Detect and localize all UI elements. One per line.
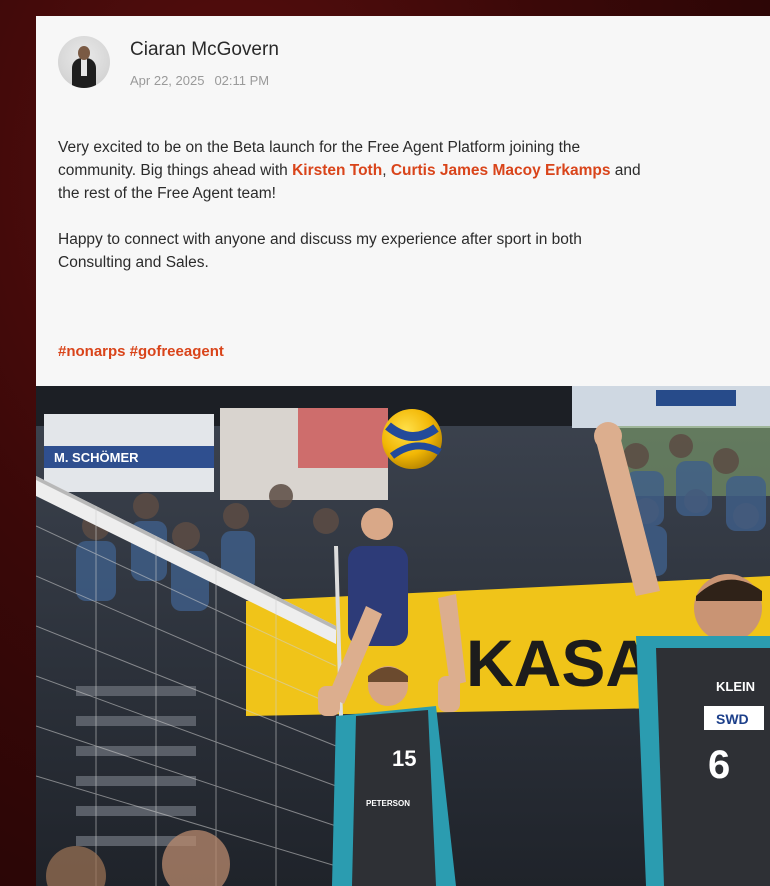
- avatar[interactable]: [58, 36, 110, 88]
- jersey-name-right: KLEIN: [716, 679, 755, 694]
- post-photo[interactable]: M. SCHÖMER KASA 15 PETERSON KLEIN SWD 6: [36, 386, 770, 886]
- post-text: and: [610, 162, 641, 179]
- jersey-number-right: 6: [708, 743, 730, 787]
- avatar-shirt: [81, 58, 87, 76]
- banner-text: M. SCHÖMER: [54, 450, 139, 465]
- post-body: Very excited to be on the Beta launch fo…: [58, 136, 770, 297]
- post-paragraph-2: Happy to connect with anyone and discuss…: [58, 228, 770, 274]
- post-line: Happy to connect with anyone and discuss…: [58, 231, 582, 248]
- volleyball-photo: M. SCHÖMER KASA 15 PETERSON KLEIN SWD 6: [36, 386, 770, 886]
- jersey-number-left: 15: [392, 746, 416, 771]
- mention-link[interactable]: Curtis James Macoy Erkamps: [391, 162, 611, 179]
- post-line: Very excited to be on the Beta launch fo…: [58, 139, 581, 156]
- post-date: Apr 22, 2025: [130, 73, 205, 88]
- mention-link[interactable]: Kirsten Toth: [292, 162, 382, 179]
- post-header: Ciaran McGovern Apr 22, 2025 02:11 PM: [58, 36, 279, 88]
- sponsor-right: SWD: [716, 711, 749, 727]
- post-paragraph-1: Very excited to be on the Beta launch fo…: [58, 136, 770, 205]
- sponsor-left: PETERSON: [366, 799, 410, 808]
- post-text: ,: [382, 162, 391, 179]
- post-timestamp: Apr 22, 2025 02:11 PM: [130, 73, 279, 88]
- hashtags[interactable]: #nonarps #gofreeagent: [58, 343, 224, 360]
- post-text: community. Big things ahead with: [58, 162, 293, 179]
- post-time: 02:11 PM: [214, 73, 270, 88]
- author-name[interactable]: Ciaran McGovern: [130, 38, 279, 62]
- avatar-head: [78, 46, 90, 60]
- post-line: the rest of the Free Agent team!: [58, 185, 276, 202]
- ad-text: KASA: [466, 626, 653, 700]
- post-line: Consulting and Sales.: [58, 254, 209, 271]
- post-card: Ciaran McGovern Apr 22, 2025 02:11 PM Ve…: [36, 16, 770, 886]
- post-line: community. Big things ahead with Kirsten…: [58, 159, 770, 182]
- post-meta: Ciaran McGovern Apr 22, 2025 02:11 PM: [130, 38, 279, 88]
